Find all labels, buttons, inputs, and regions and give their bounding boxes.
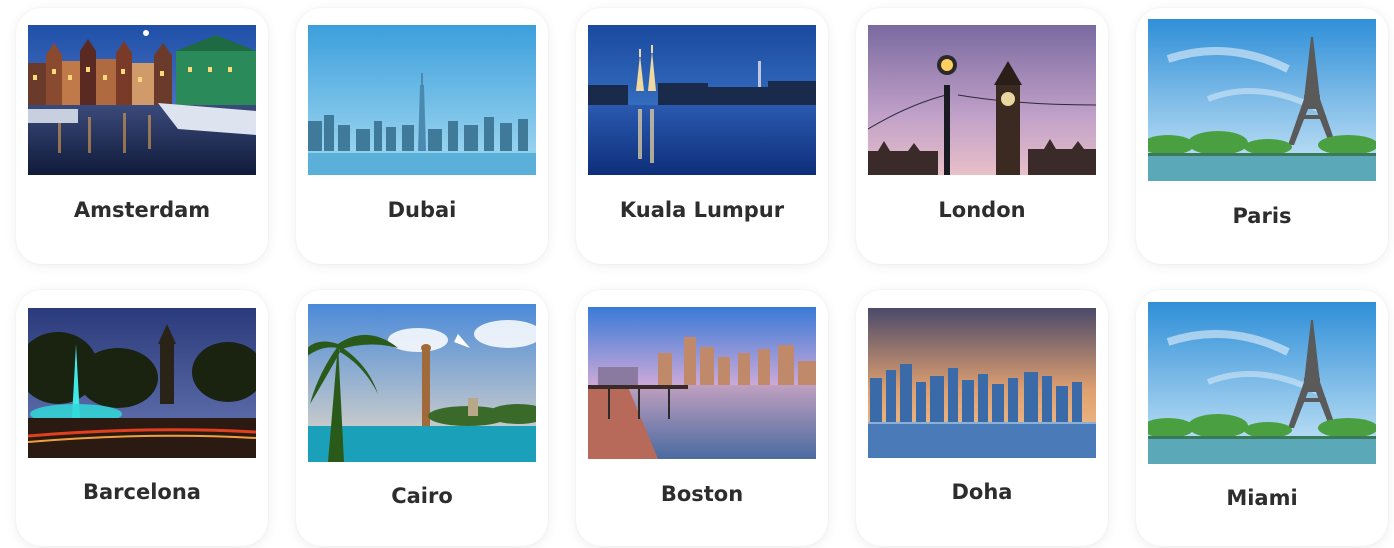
city-name: Dubai: [387, 198, 457, 222]
miami-photo: [1148, 302, 1376, 464]
doha-photo: [868, 308, 1096, 458]
destination-card-london[interactable]: London: [856, 8, 1108, 264]
london-photo: [868, 25, 1096, 175]
destination-card-dubai[interactable]: Dubai: [296, 8, 548, 264]
city-name: Boston: [660, 482, 744, 506]
kuala-lumpur-photo: [588, 25, 816, 175]
dubai-photo: [308, 25, 536, 175]
city-name: London: [938, 198, 1026, 222]
destination-card-boston[interactable]: Boston: [576, 290, 828, 546]
city-name: Cairo: [391, 484, 453, 508]
destination-card-miami[interactable]: Miami: [1136, 290, 1388, 546]
cairo-photo: [308, 304, 536, 462]
destination-grid: Amsterdam Dubai Kuala Lumpur London Pari…: [0, 0, 1394, 548]
destination-card-amsterdam[interactable]: Amsterdam: [16, 8, 268, 264]
city-name: Barcelona: [83, 480, 201, 504]
city-name: Paris: [1232, 204, 1292, 228]
destination-card-paris[interactable]: Paris: [1136, 8, 1388, 264]
destination-card-cairo[interactable]: Cairo: [296, 290, 548, 546]
city-name: Kuala Lumpur: [619, 198, 785, 222]
city-name: Miami: [1226, 486, 1298, 510]
boston-photo: [588, 307, 816, 459]
destination-card-doha[interactable]: Doha: [856, 290, 1108, 546]
amsterdam-photo: [28, 25, 256, 175]
city-name: Doha: [951, 480, 1013, 504]
city-name: Amsterdam: [73, 198, 211, 222]
paris-photo: [1148, 19, 1376, 181]
destination-card-barcelona[interactable]: Barcelona: [16, 290, 268, 546]
destination-card-kuala-lumpur[interactable]: Kuala Lumpur: [576, 8, 828, 264]
barcelona-photo: [28, 308, 256, 458]
